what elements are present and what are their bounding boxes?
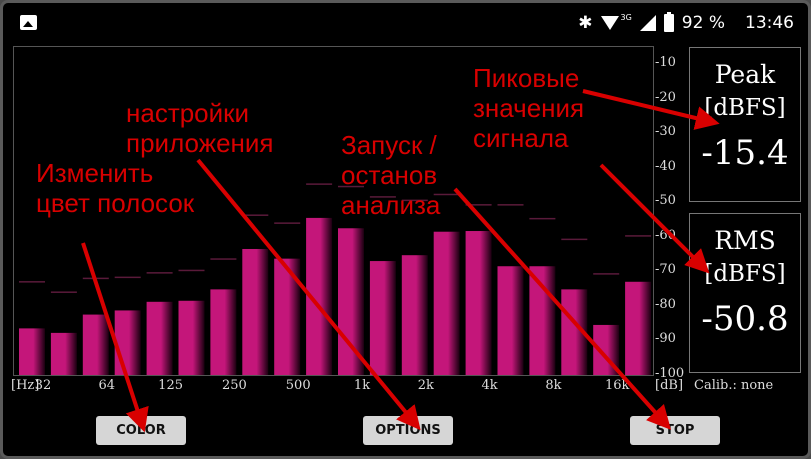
peak-hold-marker bbox=[306, 183, 333, 185]
spectrum-bar bbox=[433, 231, 460, 375]
hz-tick-label: 16k bbox=[604, 378, 630, 393]
peak-panel: Peak [dBFS] -15.4 bbox=[689, 47, 801, 202]
spectrum-bar bbox=[369, 261, 396, 375]
peak-hold-marker bbox=[497, 204, 524, 206]
db-tick-label: -50 bbox=[655, 193, 676, 209]
spectrum-bar bbox=[242, 248, 269, 375]
spectrum-bar bbox=[465, 231, 492, 375]
peak-hold-marker bbox=[178, 269, 205, 272]
peak-hold-marker bbox=[561, 238, 588, 241]
spectrum-bar bbox=[561, 289, 588, 375]
options-annotation: настройки приложения bbox=[126, 98, 274, 158]
hz-tick-label: 2k bbox=[417, 378, 434, 393]
spectrum-bar bbox=[178, 300, 205, 375]
hz-tick-label: 8k bbox=[545, 378, 562, 393]
spectrum-bar bbox=[50, 332, 77, 375]
peak-hold-marker bbox=[242, 214, 269, 216]
peak-hold-marker bbox=[274, 222, 301, 224]
options-button[interactable]: OPTIONS bbox=[363, 416, 453, 445]
spectrum-bar bbox=[338, 228, 364, 375]
spectrum-bar bbox=[274, 258, 301, 375]
spectrum-bar bbox=[593, 324, 620, 375]
spectrum-bar bbox=[82, 314, 109, 375]
db-tick-label: -60 bbox=[655, 227, 676, 243]
stop-button[interactable]: STOP bbox=[630, 416, 720, 445]
spectrum-bar bbox=[497, 266, 524, 375]
peak-hold-marker bbox=[593, 273, 620, 275]
color-button[interactable]: COLOR bbox=[96, 416, 186, 445]
peak-title: Peak bbox=[714, 60, 776, 89]
peak-hold-marker bbox=[50, 291, 77, 293]
db-tick-label: -20 bbox=[655, 89, 676, 105]
cellular-signal-icon bbox=[639, 15, 656, 31]
spectrum-bar bbox=[210, 289, 237, 375]
peak-hold-marker bbox=[465, 204, 492, 206]
network-type: 3G bbox=[620, 12, 632, 22]
spectrum-bar bbox=[114, 310, 141, 375]
db-tick-label: -10 bbox=[655, 55, 676, 71]
hz-tick-label: 1k bbox=[353, 378, 371, 393]
hz-tick-label: 4k bbox=[481, 378, 498, 393]
peak-hold-marker bbox=[625, 235, 652, 237]
rms-panel: RMS [dBFS] -50.8 bbox=[689, 213, 801, 373]
status-bar: ✱ 3G 92 % 13:46 bbox=[3, 3, 808, 41]
hz-tick-label: 250 bbox=[221, 378, 247, 393]
db-tick-label: -30 bbox=[655, 124, 676, 140]
peak-value: -15.4 bbox=[701, 133, 789, 173]
spectrum-bar bbox=[19, 328, 45, 375]
peak-hold-marker bbox=[146, 272, 173, 274]
peak-hold-marker bbox=[82, 277, 109, 280]
clock: 13:46 bbox=[745, 13, 794, 33]
spectrum-bar bbox=[146, 301, 173, 375]
spectrum-bar bbox=[625, 281, 652, 375]
wifi-icon bbox=[600, 16, 619, 30]
hz-tick-label: 125 bbox=[158, 378, 184, 393]
rms-title: RMS bbox=[714, 226, 776, 255]
spectrum-bar bbox=[529, 266, 556, 375]
rms-value: -50.8 bbox=[701, 299, 789, 339]
color-annotation: Изменить цвет полосок bbox=[36, 158, 195, 218]
peak-unit: [dBFS] bbox=[704, 95, 786, 121]
db-tick-label: -70 bbox=[655, 262, 676, 278]
rms-unit: [dBFS] bbox=[704, 261, 786, 287]
peak-hold-marker bbox=[114, 276, 141, 279]
peak-hold-marker bbox=[210, 258, 237, 260]
peak-annotation: Пиковые значения сигнала bbox=[473, 63, 585, 153]
bluetooth-icon: ✱ bbox=[578, 13, 593, 33]
phone-screen: ✱ 3G 92 % 13:46 -10 -20 -30 -40 -50 -60 -70 -80… bbox=[0, 0, 811, 459]
db-tick-label: -80 bbox=[655, 296, 676, 312]
calibration-label: Calib.: none bbox=[694, 378, 774, 393]
db-tick-label: -90 bbox=[655, 331, 676, 347]
battery-percent: 92 % bbox=[681, 13, 725, 33]
db-unit-label: [dB] bbox=[655, 378, 684, 393]
gallery-notification-icon bbox=[20, 15, 37, 30]
hz-tick-label: 64 bbox=[98, 378, 116, 393]
spectrum-bar bbox=[306, 217, 333, 375]
db-tick-label: -40 bbox=[655, 158, 676, 174]
battery-icon bbox=[663, 12, 674, 32]
hz-unit-label: [Hz] bbox=[11, 378, 40, 393]
spectrum-bar bbox=[401, 255, 428, 375]
peak-hold-marker bbox=[529, 217, 556, 220]
peak-hold-marker bbox=[19, 281, 45, 283]
hz-tick-label: 500 bbox=[285, 378, 311, 393]
start-stop-annotation: Запуск / останов анализа bbox=[341, 130, 441, 220]
